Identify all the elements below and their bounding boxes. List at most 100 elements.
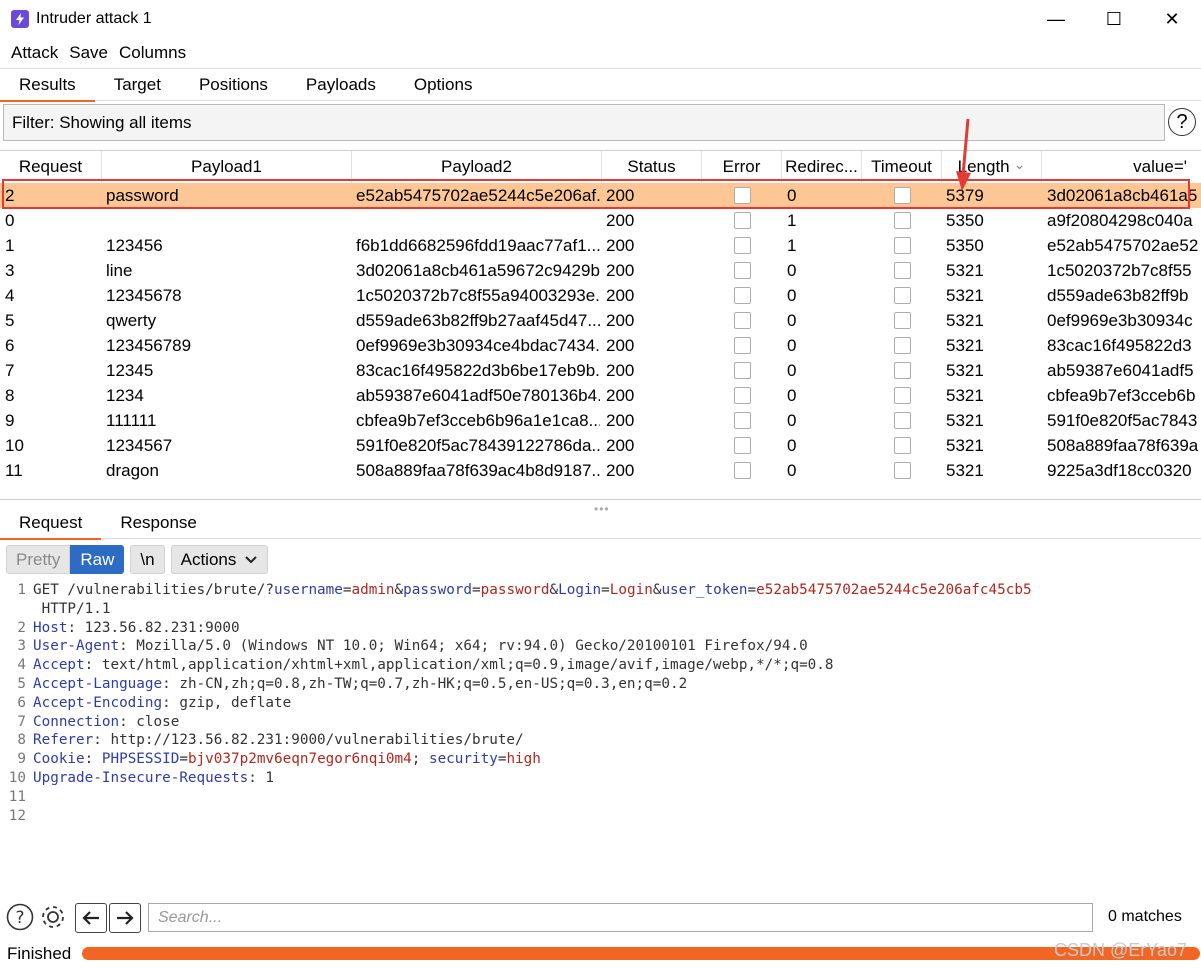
newline-button[interactable]: \n (130, 545, 165, 574)
checkbox[interactable] (894, 237, 911, 254)
checkbox[interactable] (894, 362, 911, 379)
gear-icon[interactable] (39, 903, 67, 931)
cell-timeout (894, 283, 914, 308)
cell-timeout (894, 233, 914, 258)
table-row[interactable]: 4 12345678 1c5020372b7c8f55a94003293e... 20… (0, 283, 1201, 308)
tab-payloads-label: Payloads (305, 74, 376, 94)
table-row[interactable]: 5 qwerty d559ade63b82ff9b27aaf45d47... 200 0… (0, 308, 1201, 333)
menu-save[interactable]: Save (69, 43, 108, 63)
token-text: : 123.56.82.231:9000 (67, 619, 240, 636)
checkbox[interactable] (894, 262, 911, 279)
minimize-button[interactable]: — (1027, 0, 1085, 38)
checkbox[interactable] (894, 337, 911, 354)
raw-button[interactable]: Raw (70, 545, 125, 574)
cell-redirects: 0 (787, 385, 797, 405)
col-header-payload2[interactable]: Payload2 (352, 151, 602, 183)
col-header-error[interactable]: Error (702, 151, 782, 183)
col-header-payload1[interactable]: Payload1 (102, 151, 352, 183)
tab-positions[interactable]: Positions (180, 69, 287, 101)
checkbox[interactable] (734, 237, 751, 254)
token-key: Cookie (33, 751, 85, 768)
tab-request-label: Request (19, 512, 83, 532)
pretty-button[interactable]: Pretty (6, 545, 71, 574)
token-text: : text/html,application/xhtml+xml,applic… (84, 657, 834, 674)
table-row[interactable]: 0 200 1 5350 a9f20804298c040a (0, 208, 1201, 233)
table-row[interactable]: 9 111111 cbfea9b7ef3cceb6b96a1e1ca8... 200 0… (0, 408, 1201, 433)
token-value: admin (351, 582, 395, 598)
code-line: Referer: http://123.56.82.231:9000/vulne… (33, 732, 524, 748)
col-header-status[interactable]: Status (602, 151, 702, 183)
checkbox[interactable] (734, 362, 751, 379)
table-row[interactable]: 7 12345 83cac16f495822d3b6be17eb9b... 200 0 5… (0, 358, 1201, 383)
checkbox[interactable] (734, 312, 751, 329)
tab-request[interactable]: Request (0, 507, 102, 540)
tab-target[interactable]: Target (95, 69, 180, 101)
cell-payload2: 1c5020372b7c8f55a94003293e... (356, 285, 600, 305)
token-key: Login (558, 582, 602, 598)
checkbox[interactable] (734, 287, 751, 304)
code-line: Cookie: PHPSESSID=bjv037p2mv6eqn7egor6nq… (33, 751, 541, 767)
checkbox[interactable] (734, 262, 751, 279)
maximize-button[interactable]: ☐ (1085, 0, 1143, 38)
checkbox[interactable] (894, 387, 911, 404)
col-header-request[interactable]: Request (0, 151, 102, 183)
table-row[interactable]: 11 dragon 508a889faa78f639ac4b8d9187... 200… (0, 458, 1201, 483)
status-text: Finished (7, 943, 72, 963)
actions-button[interactable]: Actions (170, 545, 269, 574)
table-row[interactable]: 8 1234 ab59387e6041adf50e780136b4... 200 0 53… (0, 383, 1201, 408)
checkbox[interactable] (894, 462, 911, 479)
table-row[interactable]: 10 1234567 591f0e820f5ac78439122786da... 20… (0, 433, 1201, 458)
minimize-icon: — (1047, 8, 1065, 29)
cell-value: 508a889faa78f639a (1047, 435, 1199, 455)
table-row[interactable]: 1 123456 f6b1dd6682596fdd19aac77af1... 200 1… (0, 233, 1201, 258)
window-title: Intruder attack 1 (36, 10, 152, 27)
svg-text:?: ? (15, 908, 24, 928)
table-row[interactable]: 2 password e52ab5475702ae5244c5e206af... 20… (0, 183, 1201, 208)
cell-length: 5350 (946, 235, 984, 255)
table-row[interactable]: 6 123456789 0ef9969e3b30934ce4bdac7434... 2… (0, 333, 1201, 358)
checkbox[interactable] (734, 462, 751, 479)
cell-payload2: 0ef9969e3b30934ce4bdac7434... (356, 335, 600, 355)
help-icon[interactable]: ? (6, 903, 34, 931)
checkbox[interactable] (894, 287, 911, 304)
tab-payloads[interactable]: Payloads (287, 69, 395, 101)
checkbox[interactable] (734, 212, 751, 229)
checkbox[interactable] (734, 337, 751, 354)
checkbox[interactable] (894, 412, 911, 429)
checkbox[interactable] (894, 437, 911, 454)
checkbox[interactable] (734, 187, 751, 204)
table-row[interactable]: 3 line 3d02061a8cb461a59672c9429b... 200 0 53… (0, 258, 1201, 283)
checkbox[interactable] (894, 187, 911, 204)
token-key: Accept-Encoding (33, 694, 163, 711)
col-header-value[interactable]: value=' (1042, 151, 1201, 183)
checkbox[interactable] (894, 212, 911, 229)
line-number: 8 (17, 732, 26, 749)
col-header-redirects[interactable]: Redirec... (782, 151, 862, 183)
checkbox[interactable] (734, 412, 751, 429)
close-button[interactable]: ✕ (1143, 0, 1201, 38)
request-editor[interactable]: 1 2 3 4 5 6 7 8 9 10 11 12 GET /vulnerabilities/brut… (0, 582, 1201, 892)
menu-columns[interactable]: Columns (119, 43, 186, 63)
previous-match-button[interactable] (75, 903, 107, 933)
token-text: GET /vulnerabilities/brute/? (33, 582, 275, 598)
checkbox[interactable] (894, 312, 911, 329)
checkbox[interactable] (734, 387, 751, 404)
token-key: User-Agent (33, 638, 120, 655)
filter-bar[interactable]: Filter: Showing all items (3, 104, 1165, 141)
tab-options[interactable]: Options (395, 69, 492, 101)
menu-attack[interactable]: Attack (11, 43, 58, 63)
code-line: Accept-Language: zh-CN,zh;q=0.8,zh-TW;q=… (33, 676, 687, 692)
cell-timeout (894, 333, 914, 358)
cell-request: 9 (5, 410, 15, 430)
col-header-timeout[interactable]: Timeout (862, 151, 942, 183)
checkbox[interactable] (734, 437, 751, 454)
filter-help-icon[interactable]: ? (1168, 108, 1196, 136)
cell-value: 0ef9969e3b30934c (1047, 310, 1193, 330)
cell-request: 3 (5, 260, 15, 280)
search-input[interactable]: Search... (148, 903, 1093, 932)
main-tabs: Results Target Positions Payloads Option… (0, 68, 1201, 102)
token-key: username (274, 582, 343, 598)
tab-results[interactable]: Results (0, 69, 95, 102)
tab-response[interactable]: Response (101, 507, 216, 539)
next-match-button[interactable] (109, 903, 141, 933)
